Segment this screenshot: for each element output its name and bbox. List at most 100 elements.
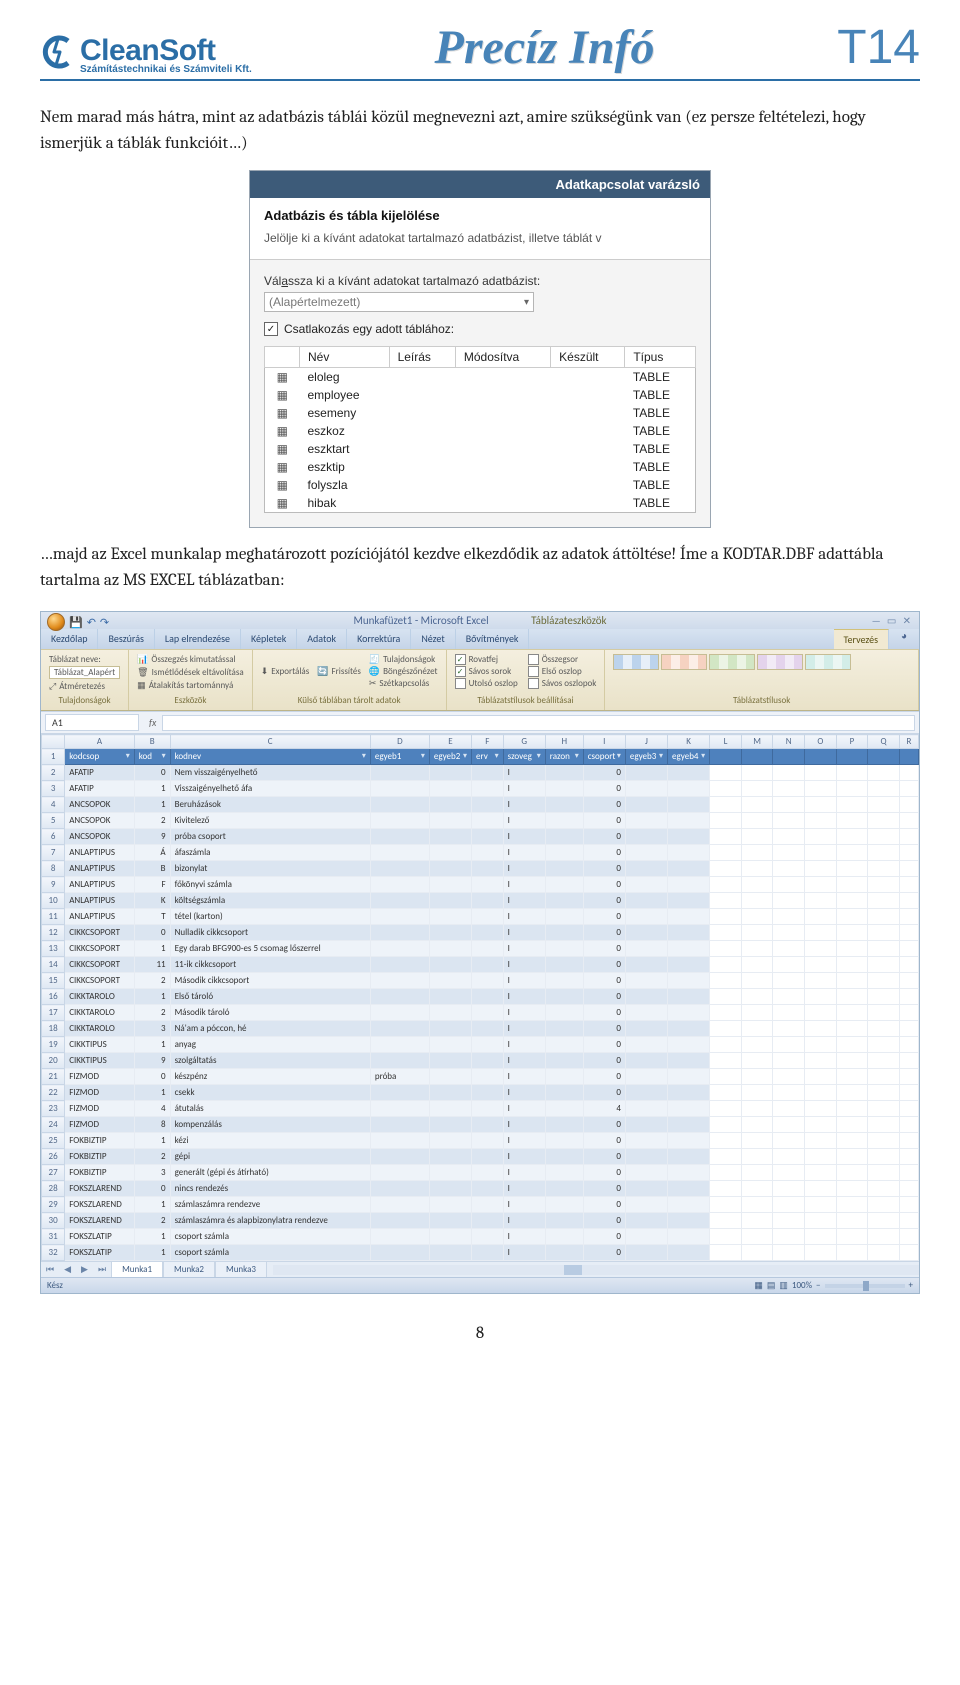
cell[interactable] [868,861,900,877]
cell[interactable]: 0 [583,845,625,861]
cell[interactable] [836,1197,868,1213]
cell[interactable]: csekk [170,1085,370,1101]
row-header[interactable]: 7 [42,845,65,861]
cell[interactable] [472,1037,504,1053]
cell[interactable] [741,1117,773,1133]
cell[interactable] [899,893,918,909]
cell[interactable] [868,1005,900,1021]
cell[interactable] [545,845,583,861]
cell[interactable] [472,1197,504,1213]
cell[interactable] [370,845,429,861]
cell[interactable] [836,1005,868,1021]
cell[interactable]: kompenzálás [170,1117,370,1133]
cell[interactable] [625,973,667,989]
cell[interactable] [741,1021,773,1037]
col-type[interactable]: Típus [625,347,696,368]
cell[interactable] [868,1069,900,1085]
cell[interactable]: 0 [583,797,625,813]
cell[interactable]: B [134,861,170,877]
cell[interactable] [710,1213,742,1229]
cell[interactable] [472,973,504,989]
cell[interactable] [899,1021,918,1037]
cell[interactable] [836,973,868,989]
cell[interactable] [773,1037,805,1053]
ribbon-tab[interactable]: Képletek [241,629,297,649]
cell[interactable] [625,893,667,909]
cell[interactable] [710,1229,742,1245]
row-header[interactable]: 27 [42,1165,65,1181]
cell[interactable] [668,1133,710,1149]
header-cell[interactable]: egyeb3▾ [625,749,667,765]
cell[interactable] [899,1117,918,1133]
column-header[interactable]: C [170,735,370,749]
cell[interactable]: Egy darab BFG900-es 5 csomag lőszerrel [170,941,370,957]
cell[interactable] [868,1197,900,1213]
data-row[interactable]: 15CIKKCSOPORT2Második cikkcsoportI0 [42,973,919,989]
cell[interactable] [370,829,429,845]
cell[interactable] [773,973,805,989]
cell[interactable]: F [134,877,170,893]
cell[interactable] [836,1213,868,1229]
cell[interactable] [805,813,837,829]
cell[interactable] [625,829,667,845]
cell[interactable] [625,1117,667,1133]
column-header[interactable]: P [836,735,868,749]
style-option-checkbox[interactable]: ✓ Sávos sorok [455,666,518,677]
cell[interactable] [625,1037,667,1053]
cell[interactable] [429,1133,471,1149]
cell[interactable] [545,1069,583,1085]
cell[interactable] [625,1181,667,1197]
cell[interactable] [710,989,742,1005]
cell[interactable]: Beruházások [170,797,370,813]
row-header[interactable]: 2 [42,765,65,781]
cell[interactable] [741,941,773,957]
cell[interactable]: Visszaigényelhető áfa [170,781,370,797]
cell[interactable] [545,1181,583,1197]
cell[interactable]: csoport számla [170,1229,370,1245]
cell[interactable] [773,1021,805,1037]
data-row[interactable]: 31FOKSZLATIP1csoport számlaI0 [42,1229,919,1245]
cell[interactable] [741,861,773,877]
cell[interactable]: Első tároló [170,989,370,1005]
cell[interactable] [472,861,504,877]
cell[interactable] [805,1053,837,1069]
row-header[interactable]: 25 [42,1133,65,1149]
cell[interactable] [899,1053,918,1069]
resize-table-button[interactable]: ⤢ Átméretezés [49,681,105,692]
column-header[interactable]: I [583,735,625,749]
header-cell[interactable] [741,749,773,765]
cell[interactable] [668,1165,710,1181]
cell[interactable]: költségszámla [170,893,370,909]
table-list-row[interactable]: ▦elolegTABLE [265,368,696,387]
header-cell[interactable]: egyeb1▾ [370,749,429,765]
cell[interactable]: 0 [583,781,625,797]
ribbon-tab[interactable]: Korrektúra [347,629,411,649]
cell[interactable] [773,1117,805,1133]
cell[interactable] [836,1229,868,1245]
cell[interactable] [668,797,710,813]
minimize-icon[interactable]: — [872,614,883,627]
cell[interactable]: I [503,1149,545,1165]
cell[interactable] [899,1197,918,1213]
table-list-row[interactable]: ▦folyszlaTABLE [265,476,696,494]
cell[interactable]: CIKKTIPUS [65,1053,135,1069]
cell[interactable] [868,925,900,941]
cell[interactable] [868,1085,900,1101]
cell[interactable]: áfaszámla [170,845,370,861]
cell[interactable] [545,1117,583,1133]
header-cell[interactable]: erv▾ [472,749,504,765]
cell[interactable]: FOKBIZTIP [65,1165,135,1181]
cell[interactable] [805,1165,837,1181]
cell[interactable]: átutalás [170,1101,370,1117]
sheet-nav-next-icon[interactable]: ▶ [76,1262,93,1277]
cell[interactable] [836,1085,868,1101]
worksheet-grid[interactable]: ABCDEFGHIJKLMNOPQR 1kodcsop▾kod▾kodnev▾e… [41,734,919,1261]
cell[interactable]: 1 [134,1085,170,1101]
cell[interactable] [545,765,583,781]
cell[interactable] [741,1149,773,1165]
style-option-checkbox[interactable]: Utolsó oszlop [455,678,518,689]
cell[interactable] [836,861,868,877]
cell[interactable] [773,845,805,861]
cell[interactable] [472,1021,504,1037]
cell[interactable]: számlaszámra rendezve [170,1197,370,1213]
